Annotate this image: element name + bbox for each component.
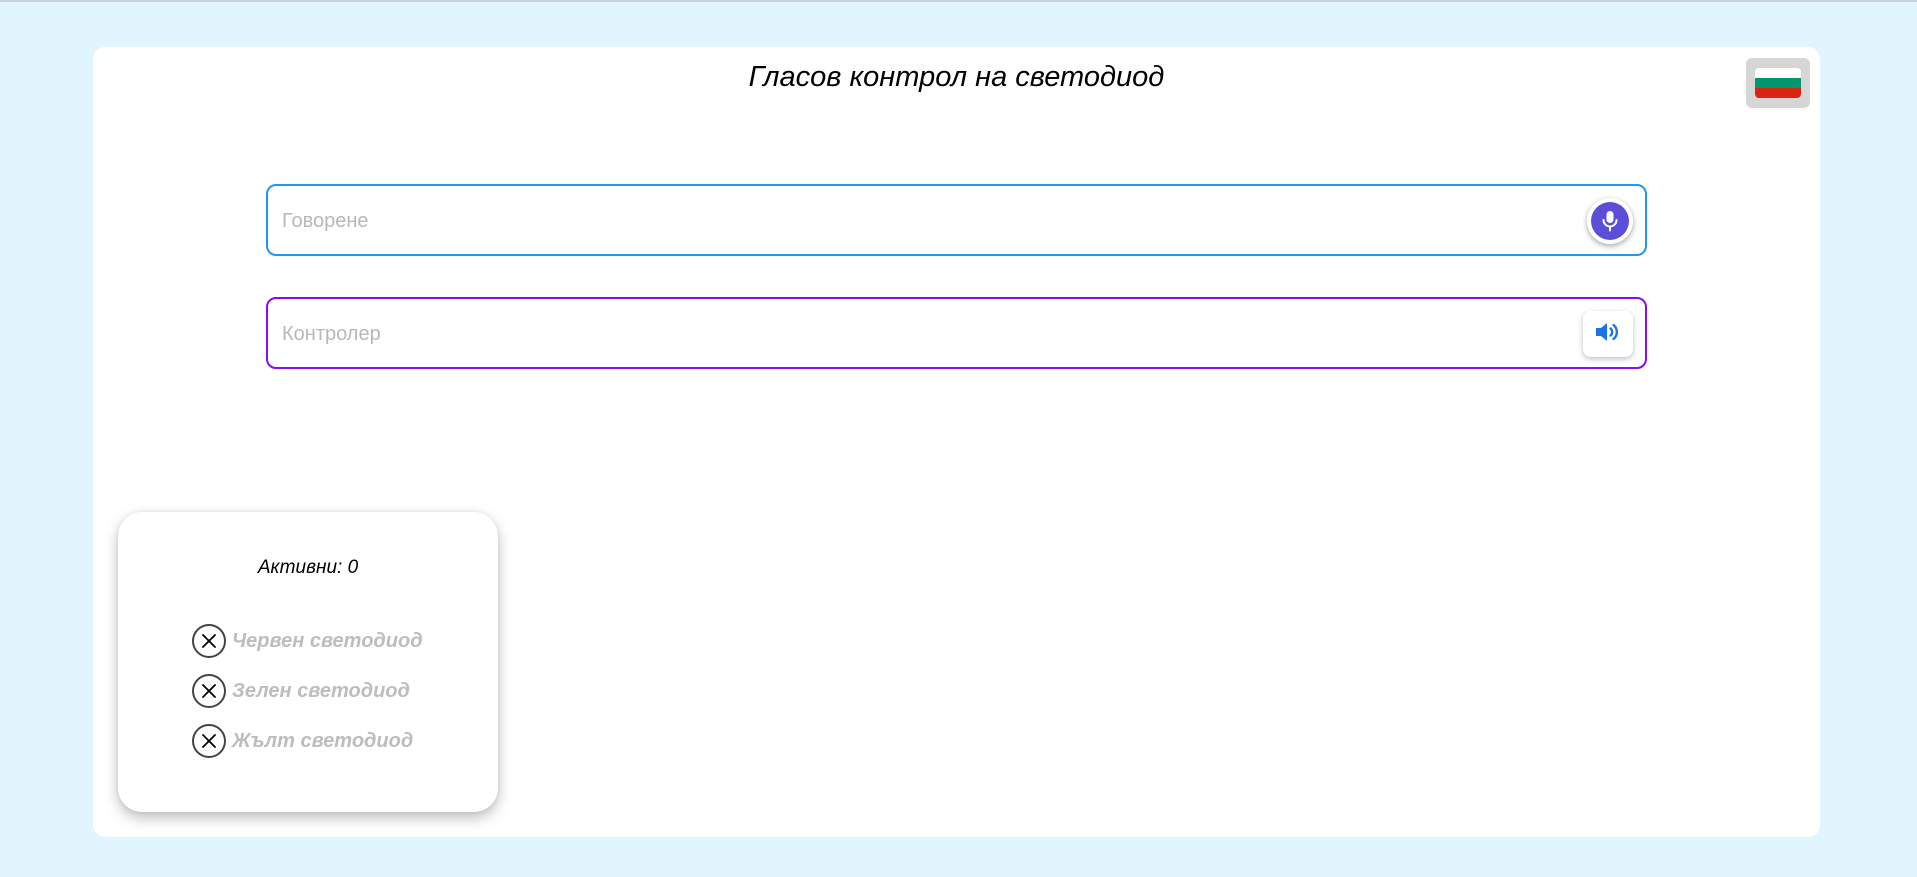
yellow-led-toggle-button[interactable]: [192, 724, 226, 758]
close-icon: [202, 634, 216, 648]
speaker-icon: [1594, 320, 1622, 349]
active-count-value: 0: [347, 557, 359, 578]
yellow-led-label: Жълт светодиод: [232, 729, 414, 752]
bulgaria-flag-icon: [1755, 68, 1801, 98]
green-led-toggle-button[interactable]: [192, 674, 226, 708]
led-item-yellow: Жълт светодиод: [192, 716, 423, 766]
led-list: Червен светодиод Зелен светодиод Жълт св…: [192, 616, 423, 766]
language-button[interactable]: [1746, 58, 1810, 108]
red-led-label: Червен светодиод: [232, 629, 423, 652]
main-panel: Гласов контрол на светодиод Говорене Кон…: [93, 47, 1820, 837]
speaker-button[interactable]: [1583, 311, 1633, 357]
microphone-icon: [1591, 202, 1629, 240]
close-icon: [202, 684, 216, 698]
led-item-green: Зелен светодиод: [192, 666, 423, 716]
led-status-card: Активни: 0 Червен светодиод Зелен светод…: [118, 512, 498, 812]
controller-input[interactable]: [280, 299, 1554, 369]
page-title: Гласов контрол на светодиод: [748, 61, 1165, 93]
green-led-label: Зелен светодиод: [232, 679, 410, 702]
microphone-button[interactable]: [1587, 198, 1633, 244]
red-led-toggle-button[interactable]: [192, 624, 226, 658]
led-item-red: Червен светодиод: [192, 616, 423, 666]
close-icon: [202, 734, 216, 748]
active-count-label: Активни:: [257, 557, 343, 578]
controller-field: [266, 297, 1647, 369]
active-count: Активни: 0: [118, 557, 498, 579]
window-top-border: [0, 0, 1917, 2]
speech-input[interactable]: [280, 186, 1554, 256]
speech-field: [266, 184, 1647, 256]
